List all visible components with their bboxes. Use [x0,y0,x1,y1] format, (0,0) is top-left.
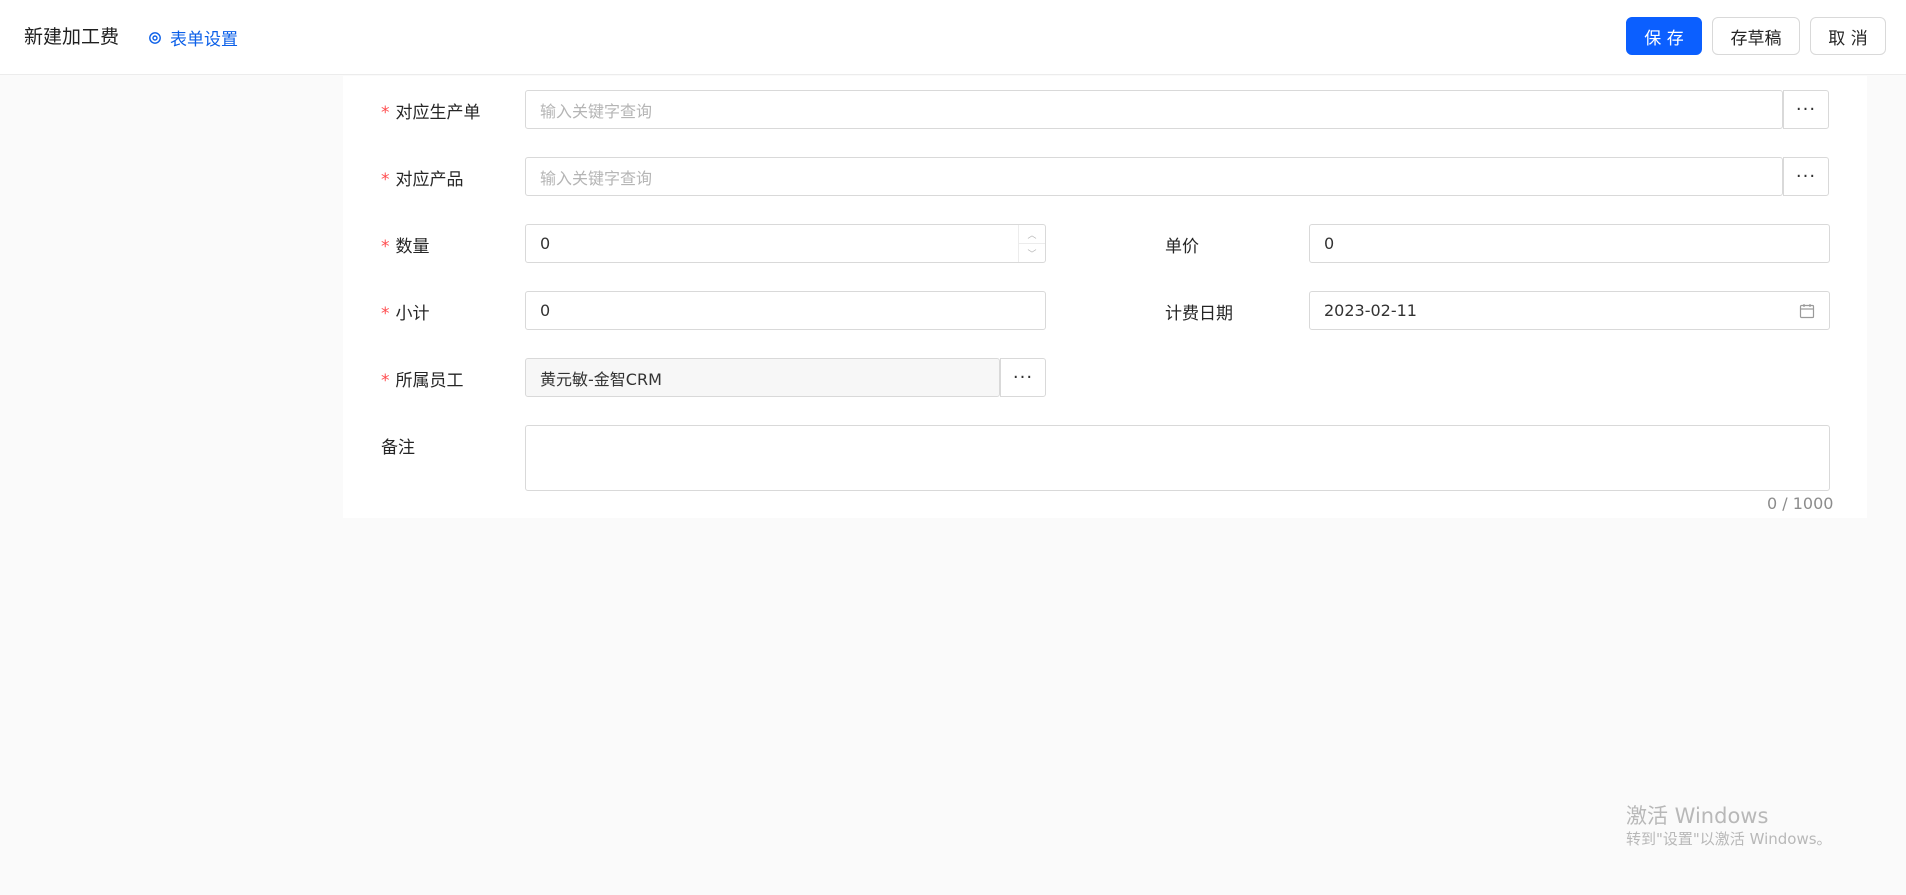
required-mark: * [381,304,390,324]
save-button[interactable]: 保 存 [1626,17,1702,55]
production-order-more-button[interactable]: ··· [1783,90,1829,129]
remark-char-counter: 0 / 1000 [1767,494,1834,513]
billing-date-label: 计费日期 [1165,304,1233,324]
quantity-spinner: ︿ ﹀ [1018,225,1045,262]
decrement-button[interactable]: ﹀ [1019,244,1045,262]
required-mark: * [381,170,390,190]
calendar-icon [1799,304,1815,319]
production-order-input[interactable]: 输入关键字查询 [525,90,1783,129]
required-mark: * [381,237,390,257]
quantity-label: * 数量 [381,237,430,257]
required-mark: * [381,371,390,391]
subtotal-label: * 小计 [381,304,430,324]
product-input[interactable]: 输入关键字查询 [525,157,1783,196]
employee-more-button[interactable]: ··· [1000,358,1046,397]
product-more-button[interactable]: ··· [1783,157,1829,196]
quantity-value: 0 [540,234,551,253]
form-panel: * 对应生产单 输入关键字查询 ··· * 对应产品 输入关键字查询 ··· * 数量… [343,76,1867,518]
unit-price-label: 单价 [1165,237,1199,257]
increment-button[interactable]: ︿ [1019,225,1045,244]
windows-activation-hint: 转到"设置"以激活 Windows。 [1626,830,1832,848]
billing-date-picker[interactable]: 2023-02-11 [1309,291,1830,330]
save-draft-button[interactable]: 存草稿 [1712,17,1800,55]
subtotal-input[interactable]: 0 [525,291,1046,330]
billing-date-value: 2023-02-11 [1324,301,1417,320]
page-header: 新建加工费 表单设置 保 存 存草稿 取 消 [0,0,1906,75]
windows-activation-title: 激活 Windows [1626,804,1769,828]
employee-input[interactable]: 黄元敏-金智CRM [525,358,1000,397]
quantity-stepper[interactable]: 0 ︿ ﹀ [525,224,1046,263]
unit-price-input[interactable]: 0 [1309,224,1830,263]
remark-textarea[interactable] [525,425,1830,491]
remark-label: 备注 [381,438,415,458]
cancel-button[interactable]: 取 消 [1810,17,1886,55]
required-mark: * [381,103,390,123]
product-label: * 对应产品 [381,170,464,190]
page-title: 新建加工费 [24,26,120,48]
form-settings-link[interactable]: 表单设置 [148,25,238,50]
form-settings-label: 表单设置 [170,30,238,50]
production-order-label: * 对应生产单 [381,103,481,123]
employee-label: * 所属员工 [381,371,464,391]
settings-icon [149,31,161,44]
